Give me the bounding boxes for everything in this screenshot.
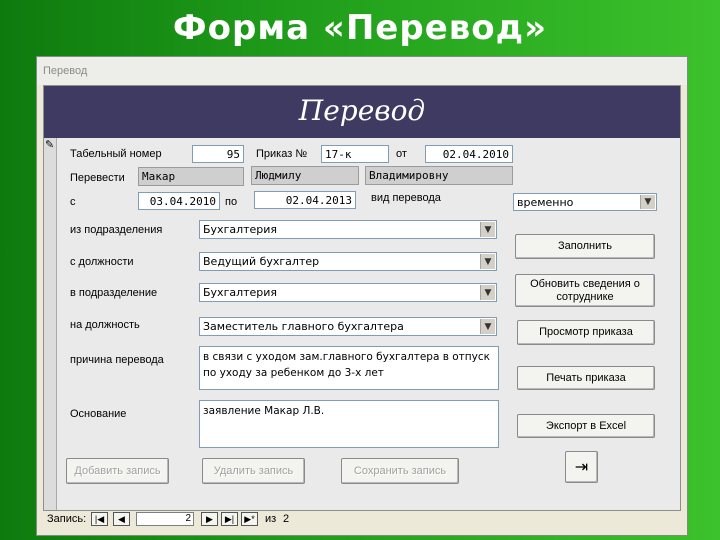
print-order-button[interactable]: Печать приказа	[517, 366, 655, 390]
view-order-button[interactable]: Просмотр приказа	[517, 320, 655, 345]
from-dept-combo[interactable]: Бухгалтерия ▼	[199, 220, 497, 239]
record-of-label: из	[265, 513, 277, 525]
reason-textarea[interactable]: в связи с уходом зам.главного бухгалтера…	[199, 346, 499, 390]
record-nav-label: Запись:	[47, 513, 87, 525]
window-caption: Перевод	[37, 57, 687, 85]
from-dept-label: из подразделения	[70, 224, 163, 236]
last-record-icon[interactable]: ▶|	[221, 512, 238, 526]
form-header: Перевод	[44, 86, 680, 138]
form-header-title: Перевод	[298, 94, 426, 127]
from-position-label: с должности	[70, 256, 134, 268]
order-number-label: Приказ №	[256, 148, 308, 160]
to-position-label: на должность	[70, 319, 140, 331]
pencil-icon: ✎	[45, 138, 55, 151]
chevron-down-icon[interactable]: ▼	[480, 319, 495, 334]
exit-door-icon: ⇥	[574, 458, 589, 476]
transfer-type-label: вид перевода	[371, 192, 441, 204]
update-employee-button[interactable]: Обновить сведения о сотруднике	[515, 274, 655, 307]
patronymic-field[interactable]: Владимировну	[365, 166, 513, 185]
exit-button[interactable]: ⇥	[565, 451, 598, 483]
form-body: Перевод ✎ Табельный номер 95 Приказ № 17…	[43, 85, 681, 511]
record-selector[interactable]: ✎	[44, 138, 57, 510]
chevron-down-icon[interactable]: ▼	[480, 222, 495, 237]
next-record-icon[interactable]: ▶	[201, 512, 218, 526]
from-dept-value: Бухгалтерия	[203, 223, 278, 236]
period-to-field[interactable]: 02.04.2013	[254, 191, 356, 209]
to-position-value: Заместитель главного бухгалтера	[203, 320, 404, 333]
new-record-icon[interactable]: ▶*	[241, 512, 258, 526]
transfer-type-value: временно	[517, 196, 574, 209]
last-name-field[interactable]: Макар	[138, 167, 244, 186]
from-position-value: Ведущий бухгалтер	[203, 255, 320, 268]
to-dept-label: в подразделение	[70, 287, 158, 299]
current-record-field[interactable]: 2	[136, 512, 194, 526]
record-navigation-bar: Запись: |◀ ◀ 2 ▶ ▶| ▶* из 2	[43, 511, 679, 531]
period-to-label: по	[225, 196, 238, 208]
basis-label: Основание	[70, 408, 127, 420]
first-record-icon[interactable]: |◀	[91, 512, 108, 526]
export-excel-button[interactable]: Экспорт в Excel	[517, 414, 655, 438]
order-number-field[interactable]: 17-к	[321, 145, 389, 163]
prev-record-icon[interactable]: ◀	[113, 512, 130, 526]
fill-button[interactable]: Заполнить	[515, 234, 655, 259]
tab-number-field[interactable]: 95	[192, 145, 244, 163]
chevron-down-icon[interactable]: ▼	[480, 285, 495, 300]
chevron-down-icon[interactable]: ▼	[640, 195, 655, 209]
delete-record-button[interactable]: Удалить запись	[202, 458, 305, 484]
save-record-button[interactable]: Сохранить запись	[341, 458, 459, 484]
access-form-window: Перевод Перевод ✎ Табельный номер 95 При…	[36, 56, 688, 536]
to-dept-value: Бухгалтерия	[203, 286, 278, 299]
to-position-combo[interactable]: Заместитель главного бухгалтера ▼	[199, 317, 497, 336]
to-dept-combo[interactable]: Бухгалтерия ▼	[199, 283, 497, 302]
period-from-label: с	[70, 196, 76, 208]
transfer-type-combo[interactable]: временно ▼	[513, 193, 657, 211]
from-position-combo[interactable]: Ведущий бухгалтер ▼	[199, 252, 497, 271]
slide-title: Форма «Перевод»	[172, 8, 548, 48]
tab-number-label: Табельный номер	[70, 148, 162, 160]
first-name-field[interactable]: Людмилу	[251, 166, 359, 185]
order-date-field[interactable]: 02.04.2010	[425, 145, 513, 163]
add-record-button[interactable]: Добавить запись	[66, 458, 169, 484]
chevron-down-icon[interactable]: ▼	[480, 254, 495, 269]
period-from-field[interactable]: 03.04.2010	[138, 192, 220, 210]
record-total: 2	[283, 513, 290, 525]
reason-label: причина перевода	[70, 354, 164, 366]
basis-textarea[interactable]: заявление Макар Л.В.	[199, 400, 499, 448]
order-date-label: от	[396, 148, 407, 160]
transfer-label: Перевести	[70, 172, 125, 184]
